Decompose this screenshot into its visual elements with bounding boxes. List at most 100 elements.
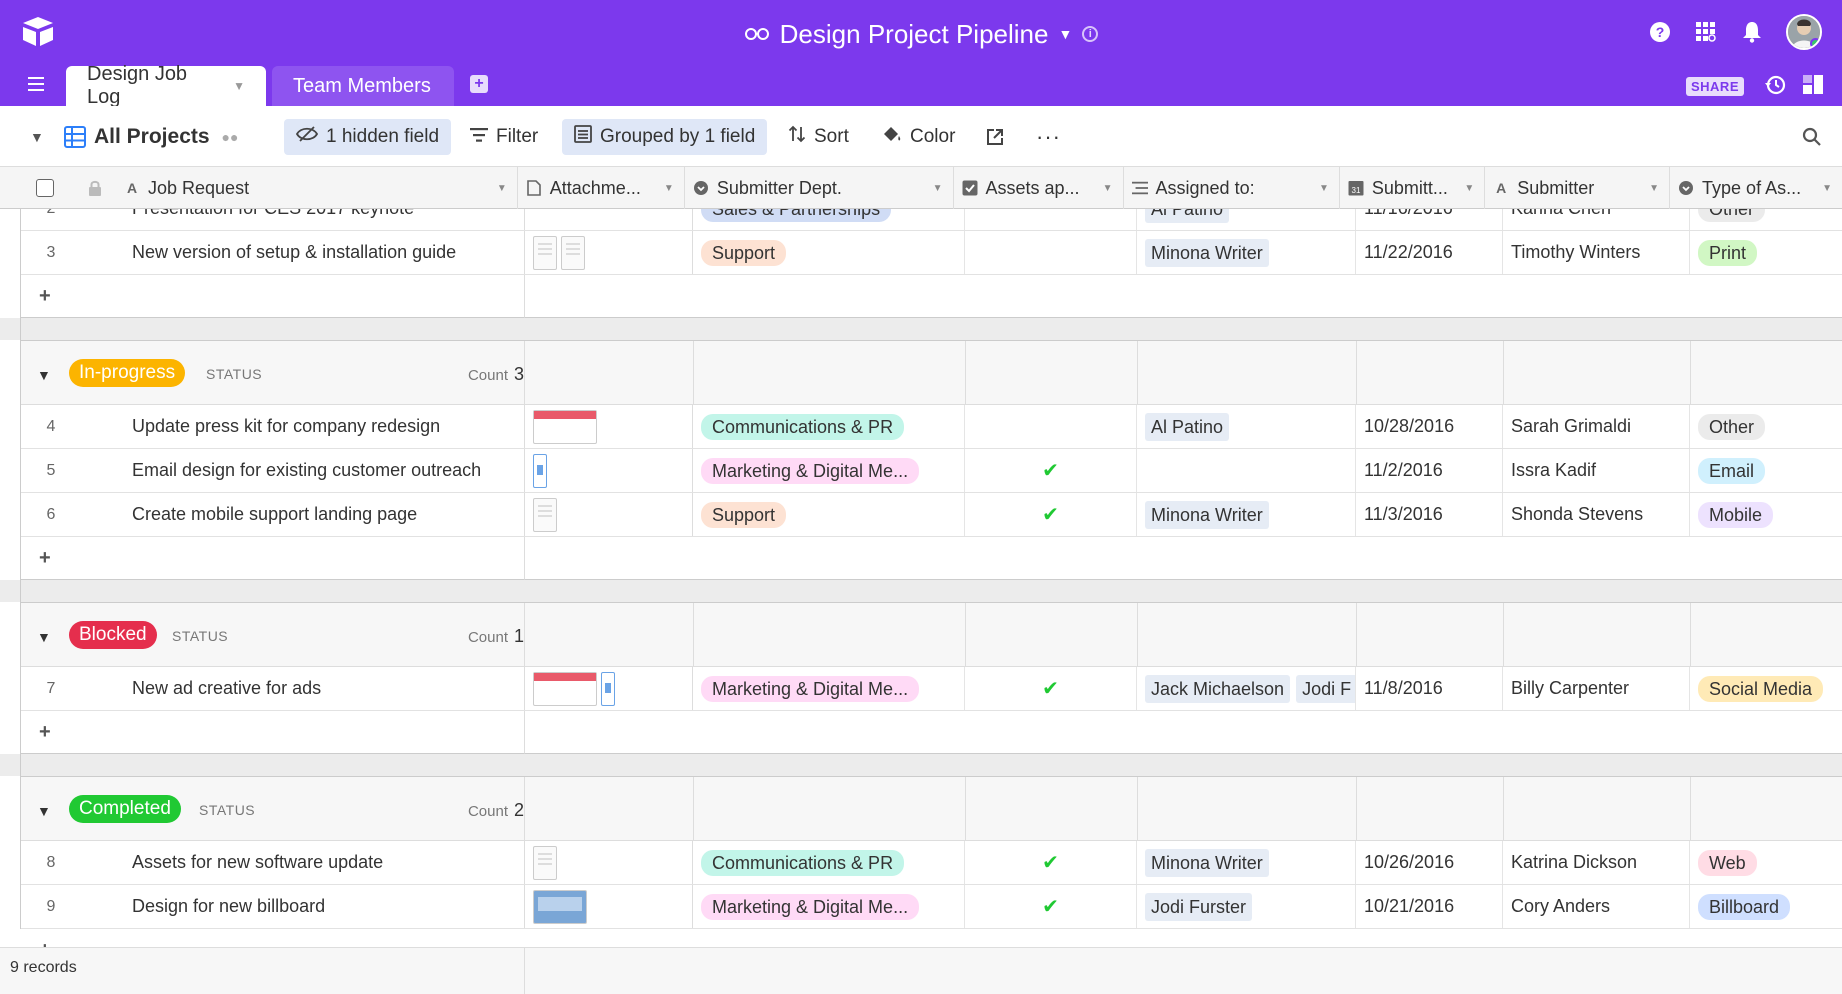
attachment-thumbnail[interactable] — [533, 409, 597, 444]
attachment-thumbnail[interactable] — [601, 671, 615, 706]
assigned-cell[interactable]: Minona Writer — [1137, 231, 1356, 274]
date-cell[interactable]: 10/21/2016 — [1356, 885, 1503, 928]
hide-fields-button[interactable]: 1 hidden field — [284, 119, 452, 155]
airtable-logo-icon[interactable] — [18, 14, 58, 50]
add-record-icon[interactable]: + — [39, 721, 51, 744]
collapse-group-icon[interactable]: ▼ — [37, 629, 51, 645]
column-menu-icon[interactable]: ▼ — [497, 183, 507, 194]
submitter-cell[interactable]: Sarah Grimaldi — [1503, 405, 1690, 448]
table-row[interactable]: 4 Update press kit for company redesign … — [21, 405, 1842, 449]
color-button[interactable]: Color — [882, 119, 955, 155]
collapse-sidebar-icon[interactable]: ▼ — [30, 119, 44, 155]
attachment-thumbnail[interactable] — [561, 235, 585, 270]
col-job-request[interactable]: A Job Request ▼ — [0, 167, 518, 209]
attachments-cell[interactable] — [524, 667, 693, 710]
column-menu-icon[interactable]: ▼ — [1649, 183, 1659, 194]
date-cell[interactable]: 11/22/2016 — [1356, 231, 1503, 274]
col-submitter[interactable]: A Submitter ▼ — [1485, 167, 1671, 209]
assets-approved-cell[interactable]: ✔ — [965, 885, 1137, 928]
help-icon[interactable]: ? — [1648, 20, 1672, 44]
assigned-cell[interactable]: Al Patino — [1137, 405, 1356, 448]
group-header-in-progress[interactable]: ▼ In-progress STATUS Count 3 — [21, 340, 1842, 405]
submitter-cell[interactable]: Shonda Stevens — [1503, 493, 1690, 536]
filter-button[interactable]: Filter — [470, 119, 538, 155]
share-view-icon[interactable] — [986, 119, 1004, 155]
col-submitted-date[interactable]: 31 Submitt... ▼ — [1340, 167, 1486, 209]
type-cell[interactable]: Other — [1690, 405, 1842, 448]
date-cell[interactable]: 10/28/2016 — [1356, 405, 1503, 448]
table-row[interactable]: 6 Create mobile support landing page Sup… — [21, 493, 1842, 537]
attachment-thumbnail[interactable] — [533, 671, 597, 706]
add-table-icon[interactable]: + — [470, 75, 488, 93]
assets-approved-cell[interactable] — [965, 405, 1137, 448]
group-header-blocked[interactable]: ▼ Blocked STATUS Count 1 — [21, 602, 1842, 667]
add-record-icon[interactable]: + — [39, 285, 51, 308]
search-icon[interactable] — [1802, 119, 1822, 155]
add-record-icon[interactable]: + — [39, 939, 51, 947]
add-record-row[interactable]: + — [21, 275, 524, 318]
add-record-row[interactable]: + — [21, 711, 524, 754]
more-options-icon[interactable]: ··· — [1036, 119, 1061, 155]
share-button[interactable]: SHARE — [1685, 77, 1744, 96]
type-cell[interactable]: Email — [1690, 449, 1842, 492]
col-assigned-to[interactable]: Assigned to: ▼ — [1124, 167, 1340, 209]
dept-cell[interactable]: Marketing & Digital Me... — [693, 449, 965, 492]
attachments-cell[interactable] — [524, 841, 693, 884]
apps-grid-icon[interactable] — [1694, 20, 1718, 44]
add-record-row[interactable]: + — [21, 537, 524, 580]
attachment-thumbnail[interactable] — [533, 497, 557, 532]
notifications-bell-icon[interactable] — [1740, 20, 1764, 44]
submitter-cell[interactable]: Timothy Winters — [1503, 231, 1690, 274]
tab-caret-icon[interactable]: ▼ — [233, 79, 245, 93]
assigned-cell[interactable]: Minona Writer — [1137, 841, 1356, 884]
history-icon[interactable] — [1764, 74, 1786, 96]
attachments-cell[interactable] — [524, 493, 693, 536]
submitter-cell[interactable]: Katrina Dickson — [1503, 841, 1690, 884]
dept-cell[interactable]: Marketing & Digital Me... — [693, 667, 965, 710]
assigned-cell[interactable]: Jack Michaelson Jodi F — [1137, 667, 1356, 710]
column-menu-icon[interactable]: ▼ — [1319, 183, 1329, 194]
group-button[interactable]: Grouped by 1 field — [562, 119, 768, 155]
col-type-of-asset[interactable]: Type of As... ▼ — [1670, 167, 1842, 209]
attachment-thumbnail[interactable] — [533, 235, 557, 270]
assets-approved-cell[interactable]: ✔ — [965, 667, 1137, 710]
job-request-cell[interactable]: Update press kit for company redesign — [124, 405, 544, 448]
select-all-checkbox[interactable] — [36, 179, 54, 197]
attachments-cell[interactable] — [524, 405, 693, 448]
date-cell[interactable]: 11/3/2016 — [1356, 493, 1503, 536]
type-cell[interactable]: Mobile — [1690, 493, 1842, 536]
assets-approved-cell[interactable]: ✔ — [965, 493, 1137, 536]
assigned-cell[interactable]: Jodi Furster — [1137, 885, 1356, 928]
dept-cell[interactable]: Support — [693, 231, 965, 274]
table-row[interactable]: 7 New ad creative for ads Marketing & Di… — [21, 667, 1842, 711]
add-record-row[interactable]: + — [21, 929, 524, 947]
column-menu-icon[interactable]: ▼ — [933, 183, 943, 194]
table-row[interactable]: 5 Email design for existing customer out… — [21, 449, 1842, 493]
attachment-thumbnail[interactable] — [533, 845, 557, 880]
attachment-thumbnail[interactable] — [533, 453, 547, 488]
col-attachments[interactable]: Attachme... ▼ — [518, 167, 685, 209]
attachments-cell[interactable] — [524, 885, 693, 928]
column-menu-icon[interactable]: ▼ — [1103, 183, 1113, 194]
add-record-icon[interactable]: + — [39, 547, 51, 570]
job-request-cell[interactable]: Design for new billboard — [124, 885, 544, 928]
tab-team-members[interactable]: Team Members — [272, 66, 454, 106]
submitter-cell[interactable]: Cory Anders — [1503, 885, 1690, 928]
date-cell[interactable]: 11/2/2016 — [1356, 449, 1503, 492]
info-icon[interactable]: i — [1082, 26, 1099, 42]
col-assets-approved[interactable]: Assets ap... ▼ — [954, 167, 1124, 209]
blocks-icon[interactable] — [1802, 74, 1824, 96]
job-request-cell[interactable]: Email design for existing customer outre… — [124, 449, 544, 492]
column-menu-icon[interactable]: ▼ — [664, 183, 674, 194]
job-request-cell[interactable]: New ad creative for ads — [124, 667, 544, 710]
dept-cell[interactable]: Support — [693, 493, 965, 536]
type-cell[interactable]: Billboard — [1690, 885, 1842, 928]
view-switcher[interactable]: All Projects ●● — [64, 119, 238, 155]
job-request-cell[interactable]: Create mobile support landing page — [124, 493, 544, 536]
collapse-group-icon[interactable]: ▼ — [37, 803, 51, 819]
type-cell[interactable]: Print — [1690, 231, 1842, 274]
sort-button[interactable]: Sort — [788, 119, 849, 155]
dept-cell[interactable]: Communications & PR — [693, 841, 965, 884]
date-cell[interactable]: 10/26/2016 — [1356, 841, 1503, 884]
table-row[interactable]: 9 Design for new billboard Marketing & D… — [21, 885, 1842, 929]
